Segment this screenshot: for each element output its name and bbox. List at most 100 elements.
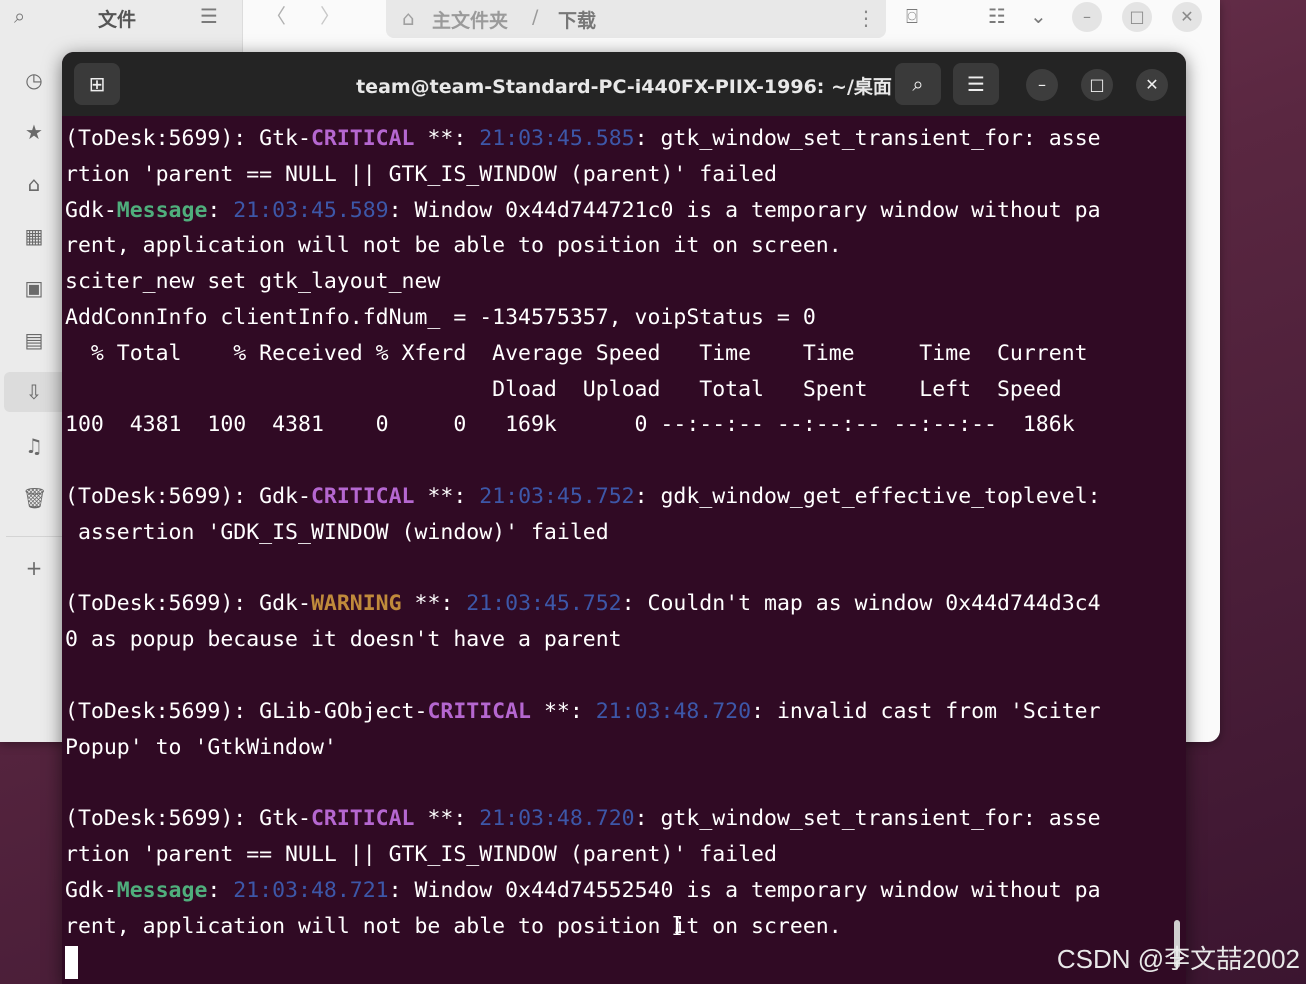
file-manager-header: 〈 〉 ⌂ 主文件夹 / 下载 ⋮ ⌼ ☷ ⌄ – □ ✕ <box>0 0 1220 38</box>
log-text: rtion 'parent == NULL || GTK_IS_WINDOW (… <box>65 841 777 867</box>
picture-icon: ▣ <box>24 276 44 300</box>
log-text: : invalid cast from 'Sciter <box>751 698 1101 724</box>
terminal-line: % Total % Received % Xferd Average Speed… <box>65 336 1186 372</box>
terminal-line: sciter_new set gtk_layout_new <box>65 264 1186 300</box>
close-button[interactable]: ✕ <box>1136 69 1168 101</box>
log-crit: CRITICAL <box>427 698 531 724</box>
star-icon: ★ <box>25 120 43 144</box>
log-text: sciter_new set gtk_layout_new <box>65 269 441 295</box>
prompt-line <box>65 944 1186 980</box>
log-text: (ToDesk:5699): GLib-GObject- <box>65 698 428 724</box>
text-cursor-ibeam: I <box>672 912 683 942</box>
chevron-down-icon[interactable]: ⌄ <box>1030 4 1047 28</box>
maximize-button[interactable]: □ <box>1081 69 1113 101</box>
list-view-icon[interactable]: ☷ <box>988 4 1006 28</box>
path-bar[interactable]: ⌂ 主文件夹 / 下载 ⋮ <box>386 0 886 38</box>
terminal-cursor <box>65 945 78 979</box>
log-text: : Window 0x44d744721c0 is a temporary wi… <box>388 197 1101 223</box>
log-text: AddConnInfo clientInfo.fdNum_ = -1345753… <box>65 304 816 330</box>
breadcrumb-current[interactable]: 下载 <box>558 6 596 33</box>
back-button[interactable]: 〈 <box>266 4 286 28</box>
log-text: rent, application will not be able to po… <box>65 233 842 259</box>
terminal-line: rent, application will not be able to po… <box>65 909 1186 945</box>
terminal-output[interactable]: (ToDesk:5699): Gtk- CRITICAL **: 21:03:45… <box>62 116 1186 984</box>
terminal-line: AddConnInfo clientInfo.fdNum_ = -1345753… <box>65 300 1186 336</box>
maximize-button[interactable]: □ <box>1122 2 1152 32</box>
log-text: (ToDesk:5699): Gtk- <box>65 806 311 832</box>
terminal-line: 0 as popup because it doesn't have a par… <box>65 622 1186 658</box>
log-text: assertion 'GDK_IS_WINDOW (window)' faile… <box>65 519 609 545</box>
recent-icon: ◷ <box>25 68 43 92</box>
log-text: Gdk- <box>65 877 117 903</box>
terminal-line: Popup' to 'GtkWindow' <box>65 730 1186 766</box>
log-text: **: <box>401 591 467 617</box>
forward-button[interactable]: 〉 <box>320 4 340 28</box>
log-text: rtion 'parent == NULL || GTK_IS_WINDOW (… <box>65 161 777 187</box>
terminal-line: (ToDesk:5699): Gdk-WARNING **: 21:03:45.… <box>65 586 1186 622</box>
menu-button[interactable]: ☰ <box>953 63 999 105</box>
log-text: 100 4381 100 4381 0 0 169k 0 --:--:-- --… <box>65 412 1075 438</box>
document-icon: ▤ <box>24 328 44 352</box>
breadcrumb-home[interactable]: 主文件夹 <box>432 6 508 33</box>
minimize-button[interactable]: – <box>1072 2 1102 32</box>
terminal-line: rtion 'parent == NULL || GTK_IS_WINDOW (… <box>65 157 1186 193</box>
terminal-line: assertion 'GDK_IS_WINDOW (window)' faile… <box>65 515 1186 551</box>
log-ts: 21:03:45.585 <box>479 126 635 151</box>
log-text: : Window 0x44d74552540 is a temporary wi… <box>388 877 1101 903</box>
terminal-line: (ToDesk:5699): Gdk-CRITICAL **: 21:03:45… <box>65 479 1186 515</box>
log-msg: Message <box>116 877 208 903</box>
log-text: : gtk_window_set_transient_for: asse <box>634 126 1101 151</box>
log-warn: WARNING <box>310 591 402 617</box>
home-icon: ⌂ <box>27 172 41 196</box>
log-text: % Total % Received % Xferd Average Speed… <box>65 340 1088 366</box>
terminal-line: (ToDesk:5699): Gtk-CRITICAL **: 21:03:45… <box>65 121 1186 157</box>
search-button[interactable]: ⌕ <box>895 63 941 105</box>
log-text: (ToDesk:5699): Gdk- <box>65 483 311 509</box>
log-text: (ToDesk:5699): Gdk- <box>65 591 311 617</box>
terminal-titlebar: ⊞ team@team-Standard-PC-i440FX-PIIX-1996… <box>62 52 1186 116</box>
music-icon: ♫ <box>25 434 43 458</box>
log-text: **: <box>414 126 480 151</box>
log-ts: 21:03:48.720 <box>479 806 635 832</box>
log-ts: 21:03:48.721 <box>233 877 389 903</box>
log-text: Popup' to 'GtkWindow' <box>65 734 337 760</box>
log-crit: CRITICAL <box>310 483 415 509</box>
log-text: : gtk_window_set_transient_for: asse <box>634 806 1101 832</box>
log-text: Dload Upload Total Spent Left Speed <box>65 376 1062 402</box>
log-text: **: <box>414 806 480 832</box>
close-button[interactable]: ✕ <box>1172 2 1202 32</box>
terminal-line: Dload Upload Total Spent Left Speed <box>65 372 1186 408</box>
minimize-button[interactable]: – <box>1026 69 1058 101</box>
log-crit: CRITICAL <box>310 126 415 151</box>
terminal-line: rent, application will not be able to po… <box>65 228 1186 264</box>
terminal-title: team@team-Standard-PC-i440FX-PIIX-1996: … <box>356 76 892 98</box>
home-icon: ⌂ <box>402 6 415 30</box>
breadcrumb-separator: / <box>532 6 539 28</box>
log-text: rent, application will not be able to po… <box>65 913 842 939</box>
plus-icon: + <box>25 556 43 580</box>
trash-icon: 🗑 <box>22 486 48 510</box>
log-ts: 21:03:45.752 <box>479 483 635 509</box>
terminal-line: (ToDesk:5699): Gtk-CRITICAL **: 21:03:48… <box>65 801 1186 837</box>
log-text: : <box>207 877 234 903</box>
more-options-icon[interactable]: ⋮ <box>856 6 876 30</box>
terminal-window: ⊞ team@team-Standard-PC-i440FX-PIIX-1996… <box>62 52 1186 984</box>
terminal-line: 100 4381 100 4381 0 0 169k 0 --:--:-- --… <box>65 407 1186 443</box>
video-icon: ▦ <box>24 224 44 248</box>
log-ts: 21:03:45.752 <box>466 591 622 617</box>
log-ts: 21:03:48.720 <box>595 698 752 724</box>
log-text: : <box>207 197 234 223</box>
terminal-line: rtion 'parent == NULL || GTK_IS_WINDOW (… <box>65 837 1186 873</box>
log-text: Gdk- <box>65 197 117 223</box>
log-text: **: <box>414 483 480 509</box>
log-text: 0 as popup because it doesn't have a par… <box>65 627 622 653</box>
log-ts: 21:03:45.589 <box>233 197 389 223</box>
log-text: **: <box>531 698 596 724</box>
terminal-line: Gdk-Message: 21:03:45.589: Window 0x44d7… <box>65 193 1186 229</box>
camera-icon[interactable]: ⌼ <box>906 4 918 28</box>
log-text: : Couldn't map as window 0x44d744d3c4 <box>621 591 1101 617</box>
log-msg: Message <box>116 197 208 223</box>
